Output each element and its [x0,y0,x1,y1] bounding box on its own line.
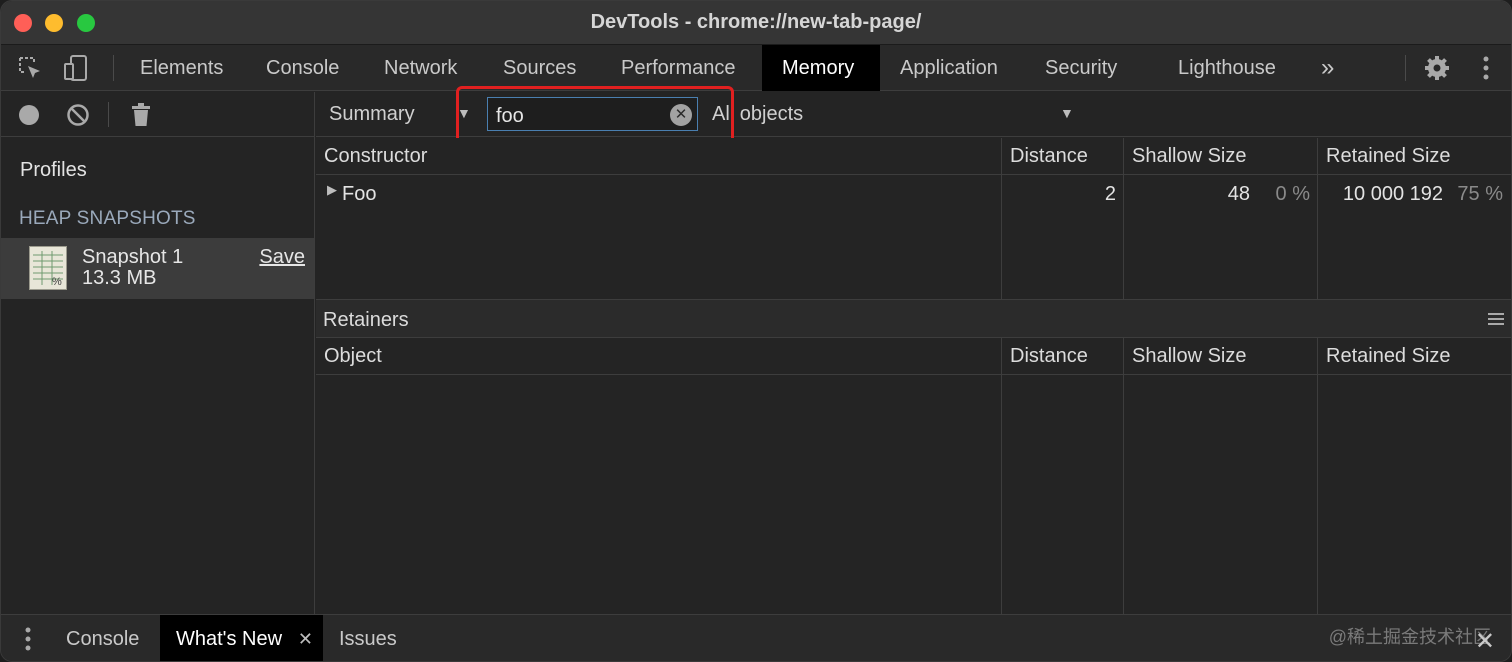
column-header-retained-size[interactable]: Retained Size [1317,338,1511,375]
tab-security[interactable]: Security [1025,45,1137,91]
devtools-tab-bar: Elements Console Network Sources Perform… [1,45,1511,91]
shallow-size-percent: 0 % [1275,183,1310,205]
bottom-drawer: Console What's New ✕ Issues @稀土掘金技术社区 ✕ [1,614,1511,661]
more-options-kebab-icon[interactable] [1471,54,1501,82]
tab-console[interactable]: Console [246,45,359,91]
chevron-down-icon[interactable]: ▼ [1060,105,1074,121]
constructors-grid: Constructor Distance Shallow Size Retain… [316,138,1511,299]
record-icon[interactable] [15,101,43,129]
column-header-shallow-size[interactable]: Shallow Size [1123,138,1317,175]
distance-value: 2 [1104,183,1116,205]
retainers-title: Retainers [323,309,409,331]
column-divider [1123,375,1124,614]
tab-performance[interactable]: Performance [601,45,756,91]
snapshot-size: 13.3 MB [82,267,157,289]
close-tab-icon[interactable]: ✕ [298,615,313,661]
toolbar-divider [113,55,114,81]
constructor-name: Foo [342,183,377,205]
snapshot-icon: % [29,246,67,290]
watermark-text: @稀土掘金技术社区 [1328,627,1491,647]
column-header-distance[interactable]: Distance [1001,138,1123,175]
close-drawer-icon[interactable]: ✕ [1475,627,1495,656]
tab-application[interactable]: Application [880,45,1018,91]
column-header-shallow-size[interactable]: Shallow Size [1123,338,1317,375]
trash-icon[interactable] [127,101,155,129]
column-header-object[interactable]: Object [316,338,1001,375]
title-bar: DevTools - chrome://new-tab-page/ [1,1,1511,45]
clear-all-profiles-icon[interactable] [64,101,92,129]
toolbar-divider [108,102,109,127]
save-snapshot-link[interactable]: Save [259,246,305,269]
snapshot-list-item[interactable]: % Snapshot 1 13.3 MB Save [1,238,314,299]
window-title: DevTools - chrome://new-tab-page/ [590,11,922,33]
retained-size-value: 10 000 192 [1342,183,1443,205]
retained-size-percent: 75 % [1457,183,1503,205]
retainers-header: Object Distance Shallow Size Retained Si… [316,338,1511,375]
device-toolbar-icon[interactable] [61,54,91,82]
profiles-sidebar: Profiles HEAP SNAPSHOTS % Snapshot 1 13.… [1,92,315,614]
column-header-retained-size[interactable]: Retained Size [1317,138,1511,175]
table-row[interactable]: ▶ Foo 2 48 0 % 10 000 192 75 % [316,175,1511,213]
snapshot-name: Snapshot 1 [82,246,184,268]
view-select[interactable]: Summary [329,103,415,126]
profiles-heading: Profiles [20,159,87,181]
sidebar-toolbar [1,92,314,137]
svg-text:%: % [52,276,62,288]
tab-memory[interactable]: Memory [762,45,880,91]
column-divider [1317,375,1318,614]
tab-network[interactable]: Network [364,45,477,91]
hamburger-menu-icon[interactable] [1488,312,1504,326]
retainers-section-header[interactable]: Retainers [316,299,1511,338]
column-header-distance[interactable]: Distance [1001,338,1123,375]
inspect-element-icon[interactable] [15,54,45,82]
tab-lighthouse[interactable]: Lighthouse [1158,45,1296,91]
heap-snapshots-heading: HEAP SNAPSHOTS [19,208,196,229]
shallow-size-value: 48 [1227,183,1250,205]
toolbar-divider [1405,55,1406,81]
drawer-tab-console[interactable]: Console [50,615,155,661]
devtools-window: DevTools - chrome://new-tab-page/ Elemen… [0,0,1512,662]
expand-triangle-icon[interactable]: ▶ [327,182,337,198]
drawer-tab-label: What's New [176,628,283,650]
drawer-menu-kebab-icon[interactable] [25,627,31,656]
more-tabs-button[interactable]: » [1301,45,1354,91]
retainers-grid: Object Distance Shallow Size Retained Si… [316,338,1511,614]
column-header-constructor[interactable]: Constructor [316,138,1001,175]
settings-gear-icon[interactable] [1422,54,1452,82]
column-divider [1001,375,1002,614]
tab-sources[interactable]: Sources [483,45,596,91]
constructors-header: Constructor Distance Shallow Size Retain… [316,138,1511,175]
drawer-tab-issues[interactable]: Issues [323,615,413,661]
tab-elements[interactable]: Elements [120,45,243,91]
drawer-tab-whats-new[interactable]: What's New ✕ [160,615,323,661]
